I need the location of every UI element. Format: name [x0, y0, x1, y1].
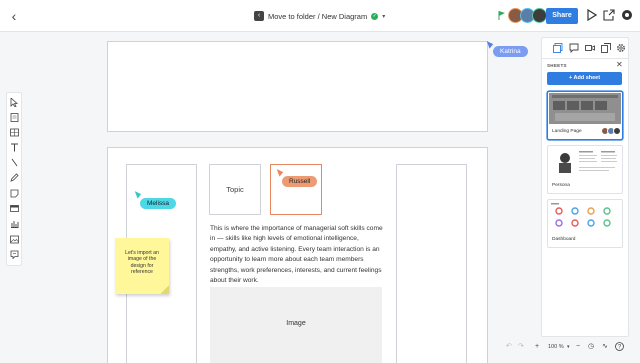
- undo-icon[interactable]: ↶: [506, 342, 512, 352]
- top-bar: ‹ ‹ Move to folder / New Diagram ✓ ▾ Sha…: [0, 0, 640, 32]
- sheet-persona[interactable]: Persona: [547, 145, 623, 194]
- avatar: [613, 127, 621, 135]
- sheet-avatars: [601, 127, 621, 135]
- check-icon: ✓: [371, 12, 379, 20]
- gear-icon[interactable]: [616, 43, 626, 53]
- add-sheet-button[interactable]: + Add sheet: [547, 72, 622, 85]
- export-icon[interactable]: [602, 9, 615, 23]
- topic-box[interactable]: Topic: [209, 164, 261, 215]
- left-toolbar: [6, 92, 22, 266]
- table-tool-icon[interactable]: [10, 204, 19, 213]
- body-text[interactable]: This is where the importance of manageri…: [210, 224, 384, 286]
- video-icon[interactable]: [585, 43, 595, 53]
- pulse-icon[interactable]: ∿: [602, 342, 608, 352]
- collaborator-tag-russell: Russell: [282, 176, 318, 187]
- caret-down-icon[interactable]: ▾: [382, 13, 385, 20]
- sticky-note-text: Let's import an image of the design for …: [125, 250, 159, 276]
- share-button[interactable]: Share: [546, 8, 578, 24]
- sheet-label: Landing Page: [552, 129, 582, 134]
- breadcrumb-text[interactable]: Move to folder / New Diagram: [268, 12, 367, 21]
- flag-icon: [498, 11, 505, 20]
- sticky-fold: [160, 285, 169, 294]
- sheets-panel: SHEETS ✕ + Add sheet Landing Page Person…: [541, 37, 629, 337]
- grid-tool-icon[interactable]: [10, 128, 19, 137]
- text-tool-icon[interactable]: [10, 143, 19, 152]
- zoom-in-icon[interactable]: −: [576, 342, 580, 352]
- sticky-note-tool-icon[interactable]: [10, 189, 19, 198]
- panel-tabs: [542, 42, 630, 56]
- image-tool-icon[interactable]: [10, 235, 19, 244]
- back-icon[interactable]: ‹: [8, 9, 20, 23]
- play-icon[interactable]: [585, 8, 598, 23]
- collaborator-tag-katrina: Katrina: [493, 46, 528, 57]
- zoom-out-icon[interactable]: +: [535, 342, 539, 352]
- sheets-title: SHEETS: [547, 63, 567, 68]
- bottom-controls: ↶ ↷ + 100 % ▾ − ◷ ∿ ?: [500, 339, 630, 355]
- sheet-label: Dashboard: [552, 237, 576, 242]
- collaborator-tag-melissa: Melissa: [140, 198, 177, 209]
- canvas-frame-top[interactable]: [107, 41, 488, 132]
- document-icon: ‹: [254, 11, 264, 21]
- pages-icon[interactable]: [553, 43, 563, 53]
- settings-icon[interactable]: [620, 9, 633, 23]
- sheet-thumbnail: [549, 201, 621, 232]
- close-icon[interactable]: ✕: [616, 60, 623, 69]
- avatar[interactable]: [532, 8, 547, 23]
- zoom-level[interactable]: 100 %: [548, 342, 564, 352]
- copy-icon[interactable]: [601, 43, 611, 53]
- sheet-dashboard[interactable]: Dashboard: [547, 199, 623, 248]
- comment-icon[interactable]: [569, 43, 579, 54]
- history-icon[interactable]: ◷: [588, 342, 594, 352]
- sheet-thumbnail: [549, 93, 621, 124]
- page-tool-icon[interactable]: [10, 113, 19, 122]
- pointer-tool-icon[interactable]: [10, 98, 19, 107]
- chart-tool-icon[interactable]: [10, 219, 19, 228]
- redo-icon[interactable]: ↷: [518, 342, 524, 352]
- breadcrumb[interactable]: ‹ Move to folder / New Diagram ✓ ▾: [254, 9, 385, 23]
- right-column-shape[interactable]: [396, 164, 467, 363]
- panel-divider: [542, 58, 628, 59]
- image-placeholder[interactable]: Image: [210, 287, 382, 363]
- help-icon[interactable]: ?: [615, 342, 624, 355]
- zoom-caret-icon[interactable]: ▾: [567, 342, 570, 352]
- sheet-landing-page[interactable]: Landing Page: [547, 91, 623, 140]
- embed-tool-icon[interactable]: [10, 250, 19, 259]
- line-tool-icon[interactable]: [10, 158, 19, 167]
- sheet-thumbnail: [549, 147, 621, 178]
- sheet-label: Persona: [552, 183, 570, 188]
- sticky-note[interactable]: Let's import an image of the design for …: [115, 238, 169, 294]
- pen-tool-icon[interactable]: [10, 173, 19, 182]
- collaborator-avatars[interactable]: [508, 8, 547, 23]
